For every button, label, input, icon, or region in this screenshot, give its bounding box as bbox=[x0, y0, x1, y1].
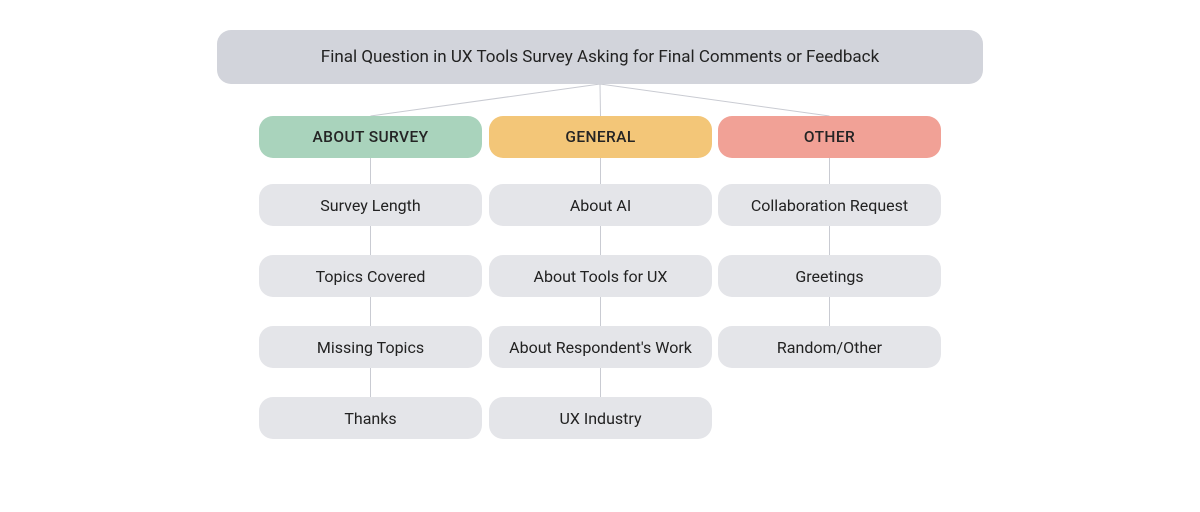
leaf-general-1: About Tools for UX bbox=[489, 255, 712, 297]
leaf-other-0: Collaboration Request bbox=[718, 184, 941, 226]
leaf-about_survey-1: Topics Covered bbox=[259, 255, 482, 297]
root-node: Final Question in UX Tools Survey Asking… bbox=[217, 30, 983, 84]
leaf-other-1: Greetings bbox=[718, 255, 941, 297]
leaf-general-3: UX Industry bbox=[489, 397, 712, 439]
leaf-about_survey-3: Thanks bbox=[259, 397, 482, 439]
category-about_survey: ABOUT SURVEY bbox=[259, 116, 482, 158]
leaf-general-0: About AI bbox=[489, 184, 712, 226]
leaf-about_survey-0: Survey Length bbox=[259, 184, 482, 226]
diagram-canvas: Final Question in UX Tools Survey Asking… bbox=[0, 0, 1200, 512]
category-general: GENERAL bbox=[489, 116, 712, 158]
leaf-general-2: About Respondent's Work bbox=[489, 326, 712, 368]
category-other: OTHER bbox=[718, 116, 941, 158]
leaf-other-2: Random/Other bbox=[718, 326, 941, 368]
leaf-about_survey-2: Missing Topics bbox=[259, 326, 482, 368]
